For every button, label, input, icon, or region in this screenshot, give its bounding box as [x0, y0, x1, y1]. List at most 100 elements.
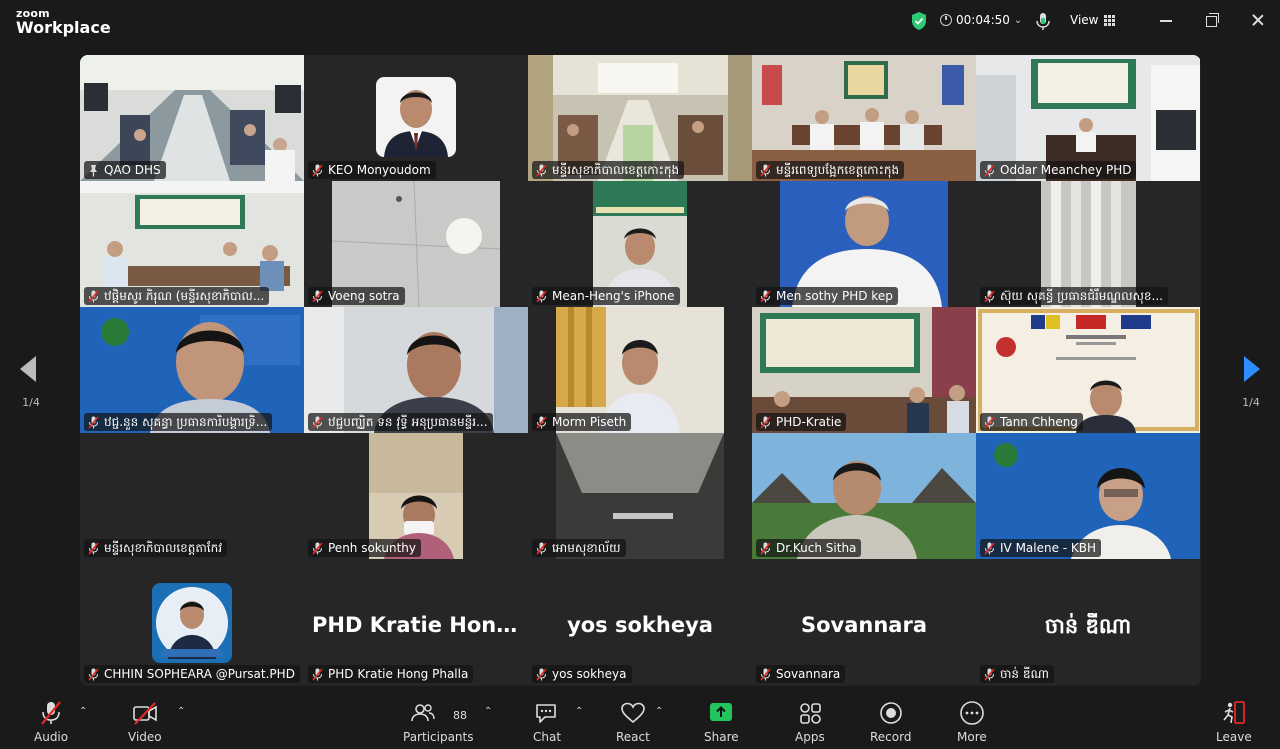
leave-label: Leave	[1216, 730, 1252, 744]
participant-name: PHD-Kratie	[776, 415, 842, 429]
participant-nameplate: Morm Piseth	[532, 413, 632, 431]
security-shield-icon[interactable]	[910, 11, 928, 31]
participant-tile[interactable]: Mean-Heng's iPhone	[528, 181, 752, 307]
clock-icon	[940, 14, 952, 26]
participant-tile[interactable]: Dr.Kuch Sitha	[752, 433, 976, 559]
participant-tile[interactable]: ចាន់ ឌីណា ចាន់ ឌីណា	[976, 559, 1200, 685]
previous-page-button[interactable]: 1/4	[14, 340, 44, 410]
react-button[interactable]: React	[616, 700, 650, 744]
participant-tile[interactable]: មន្ទីរសុខាភិបាលខេត្តតាកែវ	[80, 433, 304, 559]
share-button[interactable]: Share	[704, 700, 739, 744]
participant-tile[interactable]: ឋជ្ជបញ្ឈិត ទន វុទ្ធី អនុប្រធានមន្ទីរ...	[304, 307, 528, 433]
participants-button[interactable]: Participants	[403, 700, 474, 744]
muted-mic-icon	[760, 163, 771, 177]
participant-name: ចាន់ ឌីណា	[1000, 667, 1049, 681]
participants-label: Participants	[403, 730, 474, 744]
record-icon	[879, 702, 902, 724]
close-button[interactable]	[1250, 12, 1266, 28]
participant-tile[interactable]: Sovannara Sovannara	[752, 559, 976, 685]
grid-view-icon	[1104, 14, 1116, 26]
record-button[interactable]: Record	[870, 700, 911, 744]
participant-name: QAO DHS	[104, 163, 161, 177]
leave-button[interactable]: Leave	[1216, 700, 1252, 744]
muted-mic-icon	[312, 667, 323, 681]
minimize-button[interactable]	[1158, 12, 1174, 28]
audio-options-caret[interactable]: ⌃	[79, 706, 87, 717]
muted-mic-icon	[88, 289, 99, 303]
participants-options-caret[interactable]: ⌃	[484, 706, 492, 717]
participant-nameplate: PHD-Kratie	[756, 413, 847, 431]
participant-name: Men sothy PHD kep	[776, 289, 893, 303]
participant-tile[interactable]: yos sokheya yos sokheya	[528, 559, 752, 685]
restore-button[interactable]	[1204, 12, 1220, 28]
participant-tile[interactable]: មន្ទីរសុខាភិបាលខេត្តកោះកុង	[528, 55, 752, 181]
chevron-down-icon: ⌄	[1013, 14, 1023, 26]
participant-tile[interactable]: Penh sokunthy	[304, 433, 528, 559]
video-off-icon	[133, 702, 157, 725]
participant-tile[interactable]: PHD Kratie Hon... PHD Kratie Hong Phalla	[304, 559, 528, 685]
react-options-caret[interactable]: ⌃	[655, 706, 663, 717]
participant-tile[interactable]: Morm Piseth	[528, 307, 752, 433]
video-button[interactable]: Video	[128, 700, 162, 744]
participant-nameplate: QAO DHS	[84, 161, 166, 179]
participant-name: Penh sokunthy	[328, 541, 417, 555]
participant-nameplate: Dr.Kuch Sitha	[756, 539, 862, 557]
participant-nameplate: CHHIN SOPHEARA @Pursat.PHD	[84, 665, 300, 683]
muted-mic-icon	[536, 163, 547, 177]
next-page-button[interactable]: 1/4	[1236, 340, 1266, 410]
participant-name: Mean-Heng's iPhone	[552, 289, 675, 303]
record-label: Record	[870, 730, 912, 744]
participant-tile[interactable]: KEO Monyoudom	[304, 55, 528, 181]
participant-name: Morm Piseth	[552, 415, 627, 429]
chat-options-caret[interactable]: ⌃	[575, 706, 583, 717]
participant-nameplate: Sovannara	[756, 665, 846, 683]
participant-nameplate: PHD Kratie Hong Phalla	[308, 665, 474, 683]
participant-tile[interactable]: IV Malene - KBH	[976, 433, 1200, 559]
participant-tile[interactable]: មន្ទីរពេទ្យបង្អែកខេត្តកោះកុង	[752, 55, 976, 181]
video-options-caret[interactable]: ⌃	[177, 706, 185, 717]
participant-name: KEO Monyoudom	[328, 163, 431, 177]
brand-bottom: Workplace	[16, 18, 111, 37]
participant-tile[interactable]: Men sothy PHD kep	[752, 181, 976, 307]
active-speaker-mic-icon[interactable]	[1034, 12, 1052, 32]
share-screen-icon	[710, 703, 733, 721]
participant-tile[interactable]: QAO DHS	[80, 55, 304, 181]
participant-tile[interactable]: ឋជ្ជ.នួន សុគន្ធា ប្រធានការិបង្គារទ្រិ...	[80, 307, 304, 433]
participant-tile[interactable]: Voeng sotra	[304, 181, 528, 307]
view-button[interactable]: View	[1070, 13, 1116, 27]
participant-name: ឋជ្ជ.នួន សុគន្ធា ប្រធានការិបង្គារទ្រិ...	[104, 415, 268, 429]
participant-tile[interactable]: ស៊ុយ សុគន្ធី ប្រធានជំរឹមណ្ឌលសុខ...	[976, 181, 1200, 307]
participant-tile[interactable]: CHHIN SOPHEARA @Pursat.PHD	[80, 559, 304, 685]
participant-name: Oddar Meanchey PHD	[1000, 163, 1132, 177]
participant-name: IV Malene - KBH	[1000, 541, 1097, 555]
participant-name: CHHIN SOPHEARA @Pursat.PHD	[104, 667, 295, 681]
pin-icon	[90, 164, 97, 176]
audio-button[interactable]: Audio	[34, 700, 68, 744]
meeting-timer[interactable]: 00:04:50 ⌄	[940, 13, 1022, 27]
participant-nameplate: Oddar Meanchey PHD	[980, 161, 1137, 179]
participant-tile[interactable]: Tann Chheng	[976, 307, 1200, 433]
muted-mic-icon	[536, 667, 547, 681]
participant-nameplate: Voeng sotra	[308, 287, 405, 305]
muted-mic-icon	[88, 415, 99, 429]
muted-mic-icon	[88, 667, 99, 681]
participant-name: Sovannara	[776, 667, 841, 681]
apps-button[interactable]: Apps	[795, 700, 825, 744]
participant-display-name: Sovannara	[800, 613, 927, 637]
apps-label: Apps	[795, 730, 825, 744]
more-icon	[960, 701, 984, 725]
participant-tile[interactable]: PHD-Kratie	[752, 307, 976, 433]
app-logo: zoom Workplace	[16, 8, 111, 36]
apps-icon	[800, 703, 821, 724]
participant-tile[interactable]: អោមសុខាល័យ	[528, 433, 752, 559]
more-button[interactable]: More	[957, 700, 987, 744]
participant-tile[interactable]: Oddar Meanchey PHD	[976, 55, 1200, 181]
muted-mic-icon	[88, 541, 99, 555]
participant-tile[interactable]: ឋផ្តិមសូរ ភិរុណ (មន្ទីរសុខាភិបាល...	[80, 181, 304, 307]
chat-button[interactable]: Chat	[533, 700, 561, 744]
participant-name: Voeng sotra	[328, 289, 400, 303]
participant-name: មន្ទីរសុខាភិបាលខេត្តតាកែវ	[104, 541, 223, 555]
participant-display-name: yos sokheya	[567, 613, 713, 637]
chat-label: Chat	[533, 730, 562, 744]
muted-mic-icon	[536, 541, 547, 555]
